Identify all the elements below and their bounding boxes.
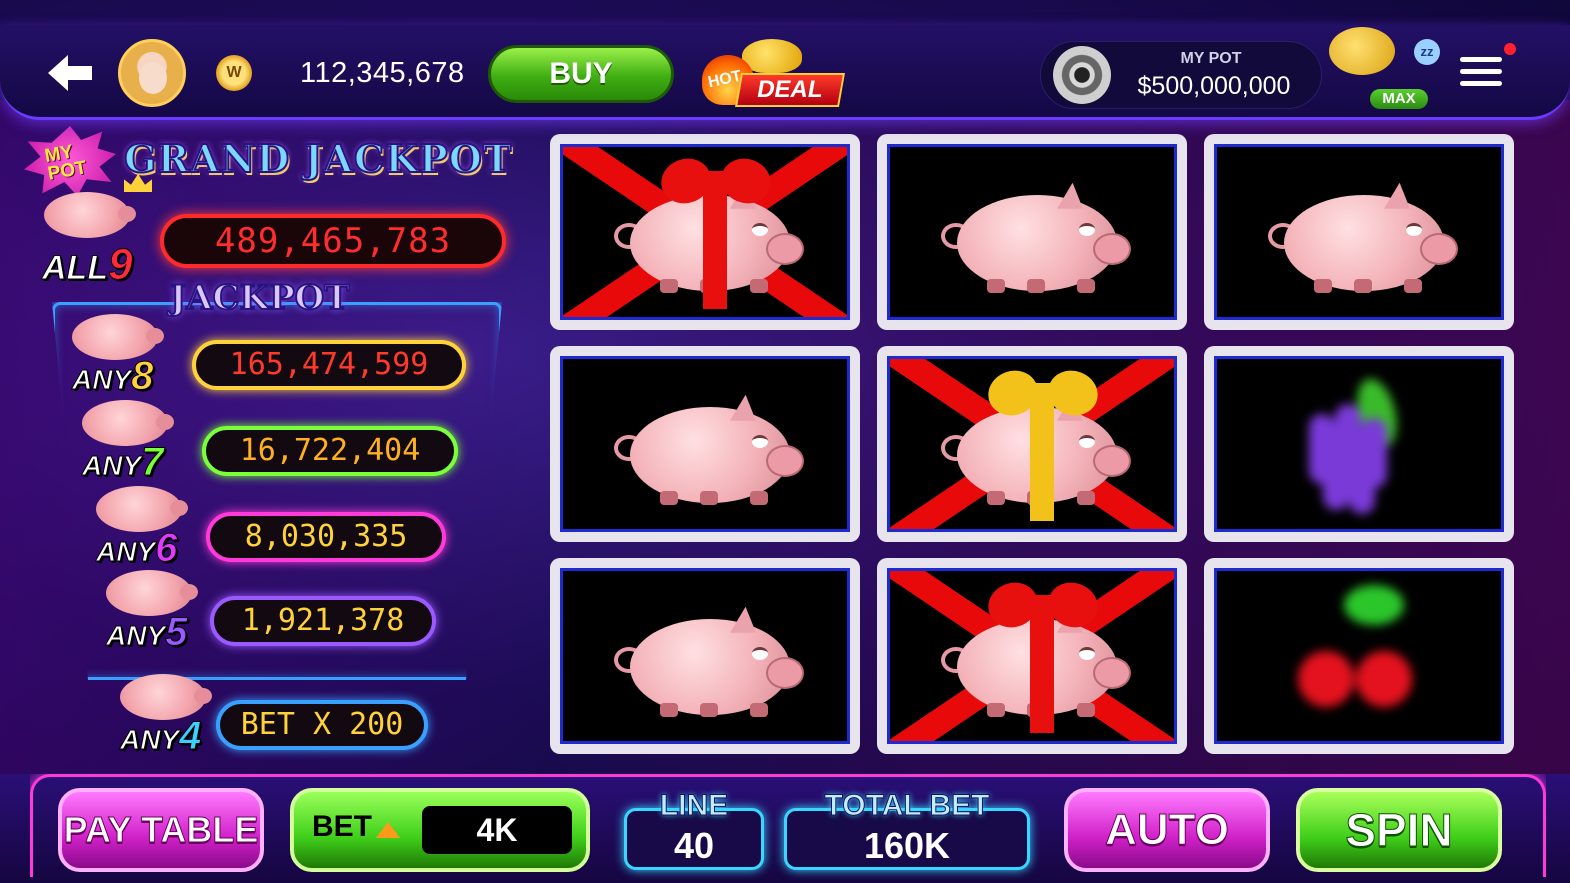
my-pot-panel[interactable]: MY POT $500,000,000 <box>1040 41 1322 109</box>
total-bet-label: TOTAL BET <box>824 789 990 823</box>
tier-value: 165,474,599 <box>192 340 466 390</box>
bet-control: BET 4K <box>290 788 590 872</box>
bow-icon <box>654 151 778 309</box>
total-bet-value: 160K <box>863 825 951 866</box>
bottom-bar: PAY TABLE BET 4K LINE 40 TOTAL BET 160K … <box>0 774 1570 883</box>
jackpot-tier-6: ANY6 8,030,335 <box>95 486 466 571</box>
piggy-bank-button[interactable]: zz MAX <box>1329 27 1440 109</box>
reel-cell-window <box>1214 568 1504 744</box>
jackpot-tier-7: ANY7 16,722,404 <box>81 400 472 485</box>
tier-label: ANY8 <box>71 354 154 399</box>
reel-cell-window <box>560 356 850 532</box>
deal-label: DEAL <box>735 73 845 107</box>
tier-label: ANY6 <box>95 526 178 571</box>
tier-value: 1,921,378 <box>210 596 436 646</box>
max-badge: MAX <box>1370 89 1428 109</box>
my-pot-badge: MY POT <box>24 126 116 196</box>
jackpot-tier-5: ANY5 1,921,378 <box>105 570 466 655</box>
reel-cell-window <box>1214 356 1504 532</box>
top-bar: W 112,345,678 BUY HOT DEAL MY POT $500,0… <box>0 25 1570 120</box>
menu-icon[interactable] <box>1460 57 1502 91</box>
jackpot-tier-4: ANY4 BET X 200 <box>119 674 460 759</box>
total-bet-display: TOTAL BET 160K <box>784 789 1030 870</box>
reel-cell[interactable] <box>877 134 1187 330</box>
tier-label: ANY4 <box>119 714 202 759</box>
reel-cell[interactable] <box>877 558 1187 754</box>
reel-cell[interactable] <box>550 346 860 542</box>
notification-dot <box>1504 43 1516 55</box>
my-pot-value: $500,000,000 <box>1137 72 1291 100</box>
bow-icon <box>981 575 1105 733</box>
pig-symbol-icon <box>937 182 1131 295</box>
tier-label: ANY5 <box>105 610 188 655</box>
jackpot-title: JACKPOT <box>169 277 351 319</box>
cherries-symbol-icon <box>1284 581 1434 731</box>
pay-table-button[interactable]: PAY TABLE <box>58 788 264 872</box>
grand-tier-label: ALL9 <box>41 240 133 290</box>
jackpot-tier-8: ANY8 165,474,599 <box>71 314 472 399</box>
hot-deal-button[interactable]: HOT DEAL <box>702 37 848 111</box>
reel-cell[interactable] <box>550 558 860 754</box>
my-pot-badge-text: MY POT <box>43 141 89 185</box>
auto-button[interactable]: AUTO <box>1064 788 1270 872</box>
reel-cell[interactable] <box>877 346 1187 542</box>
reel-cell-window <box>560 568 850 744</box>
safe-icon <box>1053 46 1111 104</box>
reel-cell-window <box>560 144 850 320</box>
reel-cell-window <box>887 144 1177 320</box>
bet-value[interactable]: 4K <box>422 806 572 854</box>
reel-cell-window <box>887 568 1177 744</box>
tier-label: ANY7 <box>81 440 164 485</box>
coin-balance: 112,345,678 <box>300 57 465 89</box>
tier-value: 16,722,404 <box>202 426 458 476</box>
avatar[interactable] <box>118 39 186 107</box>
line-value: 40 <box>673 825 715 866</box>
jackpot-panel: MY POT GRAND JACKPOT ALL9 489,465,783 JA… <box>20 122 540 772</box>
bet-label: BET <box>312 810 372 843</box>
reel-cell[interactable] <box>1204 558 1514 754</box>
bet-increase-icon[interactable] <box>376 822 400 838</box>
reel-cell[interactable] <box>1204 346 1514 542</box>
reel-cell[interactable] <box>1204 134 1514 330</box>
bow-icon <box>981 363 1105 521</box>
spin-button[interactable]: SPIN <box>1296 788 1502 872</box>
piggy-bank-icon <box>1329 27 1395 75</box>
grapes-symbol-icon <box>1289 374 1429 514</box>
back-arrow-icon[interactable] <box>48 55 92 91</box>
sleep-icon: zz <box>1414 39 1440 65</box>
grand-jackpot-value: 489,465,783 <box>160 214 506 268</box>
grand-jackpot-title: GRAND JACKPOT <box>123 135 513 182</box>
line-display: LINE 40 <box>624 789 764 870</box>
pig-symbol-icon <box>610 394 804 507</box>
line-label: LINE <box>659 789 729 823</box>
pig-symbol-icon <box>1264 182 1458 295</box>
pig-icon <box>44 192 136 238</box>
pig-symbol-icon <box>610 606 804 719</box>
tier-value: 8,030,335 <box>206 512 446 562</box>
coin-icon: W <box>216 55 252 91</box>
reel-cell-window <box>887 356 1177 532</box>
buy-button[interactable]: BUY <box>488 45 674 103</box>
tier-value: BET X 200 <box>216 700 428 750</box>
reel-cell[interactable] <box>550 134 860 330</box>
my-pot-label: MY POT <box>1180 50 1242 67</box>
reel-cell-window <box>1214 144 1504 320</box>
